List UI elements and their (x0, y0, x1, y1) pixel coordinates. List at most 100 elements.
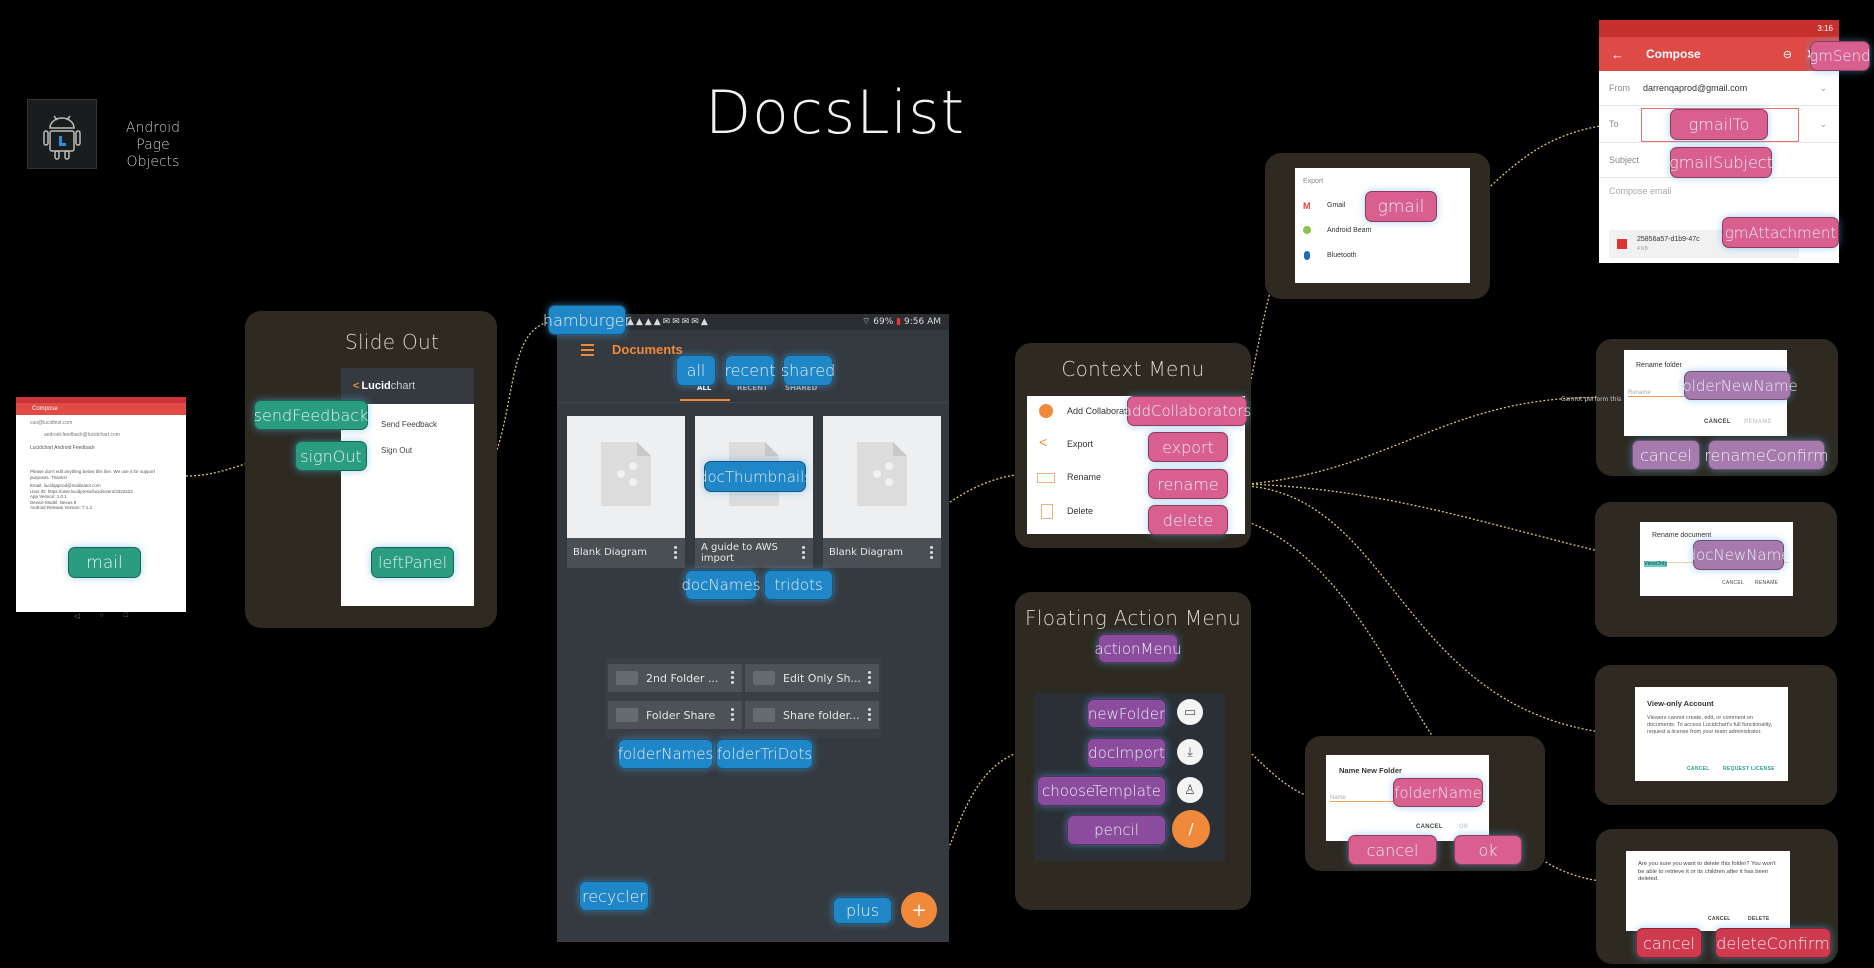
folder-more-icon[interactable] (731, 708, 734, 723)
doc-name[interactable]: Blank Diagram (573, 547, 647, 558)
hamburger-icon[interactable] (581, 344, 594, 356)
drawer-item-send-feedback[interactable]: Send Feedback (381, 420, 437, 429)
folder-more-icon[interactable] (731, 671, 734, 686)
link-rename-renamedoc (1247, 483, 1639, 561)
tag-hamburger[interactable]: hamburger (543, 305, 631, 335)
tag-send-feedback[interactable]: sendFeedback (254, 400, 368, 430)
fab-menu-title: Floating Action Menu (1025, 606, 1241, 630)
doc-card[interactable]: Blank Diagram (567, 416, 685, 568)
tag-gmail-to[interactable]: gmailTo (1670, 109, 1768, 140)
view-only-cancel-button[interactable]: CANCEL (1687, 766, 1710, 772)
delete-folder-confirm-button[interactable]: DELETE (1748, 916, 1770, 922)
tag-left-panel[interactable]: leftPanel (371, 547, 454, 578)
export-item-android-beam[interactable]: Android Beam (1327, 227, 1371, 234)
import-icon[interactable]: ⤓ (1177, 739, 1203, 765)
doc-more-icon[interactable] (674, 546, 677, 561)
tag-gm-send[interactable]: gmSend (1809, 41, 1871, 71)
rename-document-confirm-button[interactable]: RENAME (1755, 580, 1778, 586)
plus-icon: + (911, 899, 927, 921)
menu-item-export[interactable]: Export (1067, 439, 1093, 449)
logo-label: Android Page Objects (125, 120, 181, 170)
tag-rename-confirm[interactable]: renameConfirm (1704, 440, 1829, 470)
tag-folder-names[interactable]: folderNames (618, 739, 713, 769)
doc-more-icon[interactable] (802, 546, 805, 561)
tag-new-folder-ok[interactable]: ok (1454, 835, 1522, 865)
tag-delete-cancel[interactable]: cancel (1636, 928, 1702, 958)
tag-mail[interactable]: mail (68, 547, 141, 578)
doc-card[interactable]: Blank Diagram (823, 416, 941, 568)
rename-folder-cancel-button[interactable]: CANCEL (1704, 419, 1731, 425)
doc-more-icon[interactable] (930, 546, 933, 561)
doc-name[interactable]: Blank Diagram (829, 547, 903, 558)
tag-choose-template[interactable]: chooseTemplate (1037, 776, 1166, 806)
delete-folder-body: Are you sure you want to delete this fol… (1638, 861, 1776, 882)
tag-recent[interactable]: recent (724, 355, 776, 386)
folder-item[interactable]: Edit Only Sh... (745, 664, 879, 692)
mail-to[interactable]: android-feedback@lucidchart.com (16, 426, 186, 438)
tag-action-menu[interactable]: actionMenu (1094, 634, 1182, 663)
mail-subject[interactable]: Lucidchart Android Feedback (16, 438, 186, 451)
new-folder-icon[interactable]: ▭ (1177, 699, 1203, 725)
rename-document-cancel-button[interactable]: CANCEL (1722, 580, 1744, 586)
tag-gmail-subject[interactable]: gmailSubject (1669, 147, 1773, 178)
mail-body[interactable]: Please don't edit anything below this li… (16, 451, 186, 511)
drawer-item-sign-out[interactable]: Sign Out (381, 446, 412, 455)
tag-delete-confirm[interactable]: deleteConfirm (1715, 928, 1831, 958)
tag-gmail[interactable]: gmail (1365, 191, 1437, 222)
tag-doc-names[interactable]: docNames (682, 570, 761, 600)
export-item-gmail[interactable]: Gmail (1327, 202, 1345, 209)
template-icon[interactable]: ♙ (1177, 777, 1203, 803)
tag-folder-new-name[interactable]: folderNewName (1677, 371, 1798, 400)
tag-rename[interactable]: rename (1148, 469, 1228, 499)
tag-doc-new-name[interactable]: docNewName (1687, 540, 1790, 570)
compose-body[interactable]: Compose email (1599, 178, 1839, 204)
folder-item[interactable]: Share folder... (745, 701, 879, 729)
mail-from[interactable]: cuo@lucidtest.com (16, 415, 186, 426)
rename-folder-confirm-button[interactable]: RENAME (1744, 419, 1772, 425)
tag-doc-thumbnails[interactable]: docThumbnails (698, 461, 812, 492)
menu-item-rename[interactable]: Rename (1067, 472, 1101, 482)
folder-more-icon[interactable] (868, 671, 871, 686)
folder-more-icon[interactable] (868, 708, 871, 723)
attach-icon[interactable]: ⊖ (1783, 48, 1792, 61)
tag-all[interactable]: all (676, 355, 716, 386)
tag-recycler[interactable]: recycler (579, 881, 649, 911)
folder-name: Share folder... (783, 708, 860, 722)
tag-new-folder[interactable]: newFolder (1087, 699, 1166, 728)
tag-export[interactable]: export (1148, 432, 1228, 462)
tag-sign-out[interactable]: signOut (295, 441, 367, 471)
tag-pencil[interactable]: pencil (1067, 815, 1166, 845)
tag-delete[interactable]: delete (1148, 505, 1228, 535)
tag-new-folder-cancel[interactable]: cancel (1348, 835, 1437, 865)
folder-item[interactable]: 2nd Folder ... (608, 664, 742, 692)
tag-rename-folder-cancel[interactable]: cancel (1632, 440, 1700, 470)
tag-plus[interactable]: plus (833, 897, 892, 924)
delete-folder-cancel-button[interactable]: CANCEL (1708, 916, 1731, 922)
tag-gm-attachment[interactable]: gmAttachment (1722, 217, 1839, 248)
chevron-down-icon[interactable]: ⌄ (1819, 83, 1827, 94)
status-icons: ▲▲▲▲✉✉✉✉▲ (627, 317, 710, 327)
gmail-icon: M (1303, 201, 1311, 211)
nav-recents-icon[interactable]: □ (124, 612, 128, 624)
chevron-down-icon[interactable]: ⌄ (1819, 119, 1827, 130)
back-arrow-icon[interactable]: ← (1611, 47, 1624, 62)
nav-home-icon[interactable]: ○ (99, 612, 103, 624)
tag-add-collaborators[interactable]: addCollaborators (1123, 396, 1251, 426)
request-license-button[interactable]: REQUEST LICENSE (1723, 766, 1775, 772)
pencil-fab-button[interactable]: / (1172, 810, 1210, 848)
new-folder-cancel-button[interactable]: CANCEL (1416, 824, 1443, 830)
fab-add-button[interactable]: + (901, 892, 937, 928)
folder-item[interactable]: Folder Share (608, 701, 742, 729)
export-item-bluetooth[interactable]: Bluetooth (1327, 252, 1357, 259)
tag-folder-name[interactable]: folderName (1393, 778, 1483, 807)
menu-item-delete[interactable]: Delete (1067, 506, 1093, 516)
nav-back-icon[interactable]: ◁ (74, 612, 79, 624)
doc-name[interactable]: A guide to AWS import (701, 542, 781, 564)
tag-tridots[interactable]: tridots (764, 570, 833, 600)
tag-folder-tridots[interactable]: folderTriDots (716, 739, 813, 769)
doc-card[interactable]: A guide to AWS import (695, 416, 813, 568)
from-value[interactable]: darrenqaprod@gmail.com (1643, 83, 1747, 93)
new-folder-ok-button[interactable]: OK (1459, 824, 1469, 830)
tag-shared[interactable]: shared (781, 355, 835, 386)
tag-doc-import[interactable]: docImport (1087, 738, 1166, 768)
